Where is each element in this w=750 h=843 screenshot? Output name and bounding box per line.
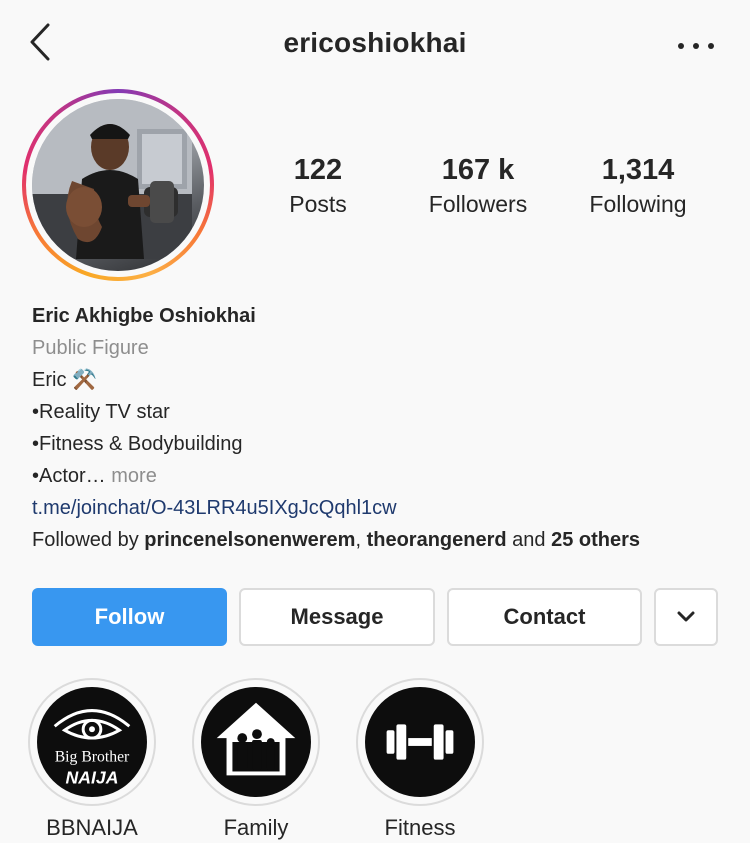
followed-by-others: 25 others [551,529,641,551]
stat-value: 1,314 [601,154,675,186]
logo-text: NAIJA [66,767,119,787]
more-horizontal-icon [678,43,684,49]
following-count[interactable]: 1,314 Following [558,152,718,220]
highlight-label: Family [223,815,289,840]
bio-line: •Fitness & Bodybuilding [32,433,243,455]
stat-value: 167 k [441,154,515,186]
highlight-label: Fitness [384,815,456,840]
profile-full-name: Eric Akhigbe Oshiokhai [32,305,256,327]
more-options-button[interactable] [678,36,714,56]
stat-label: Followers [428,191,528,217]
highlight-fitness[interactable]: Fitness [355,678,485,842]
posts-count[interactable]: 122 Posts [238,152,398,220]
followed-by-user: princenelsonenwerem [144,529,356,551]
contact-button[interactable]: Contact [447,588,642,646]
avatar [32,99,204,271]
profile-username: ericoshiokhai [283,27,467,58]
stat-value: 122 [293,154,343,186]
highlight-bbnaija[interactable]: Big Brother NAIJA BBNAIJA [27,678,157,842]
follow-button[interactable]: Follow [32,588,227,646]
followers-count[interactable]: 167 k Followers [398,152,558,220]
logo-text: Big Brother [55,749,130,766]
bio-line: Eric ⚒️ [32,369,97,391]
bio-line: •Reality TV star [32,401,170,423]
dumbbell-icon [365,687,475,797]
family-house-icon [201,687,311,797]
avatar-story-ring[interactable] [22,89,214,281]
bio-external-link[interactable]: t.me/joinchat/O-43LRR4u5IXgJcQqhl1cw [32,492,732,524]
profile-category: Public Figure [32,337,149,359]
chevron-down-icon [677,611,695,622]
followed-by-text[interactable]: Followed by princenelsonenwerem, theoran… [32,524,732,556]
bio-line-truncated: •Actor… more [32,460,732,492]
highlight-label: BBNAIJA [46,815,138,840]
top-bar: ericoshiokhai [0,0,750,88]
followed-by-user: theorangenerd [366,529,507,551]
profile-bio: Eric Akhigbe Oshiokhai Public Figure Eri… [32,300,732,556]
stat-label: Posts [289,191,347,217]
stat-label: Following [589,191,687,217]
suggested-accounts-button[interactable] [654,588,718,646]
message-button[interactable]: Message [239,588,435,646]
bio-more-link[interactable]: more [111,465,157,487]
bio-line: •Actor… [32,465,106,487]
followed-by-prefix: Followed by [32,529,145,551]
highlight-family[interactable]: Family [191,678,321,842]
big-brother-eye-logo: Big Brother NAIJA [37,687,147,797]
